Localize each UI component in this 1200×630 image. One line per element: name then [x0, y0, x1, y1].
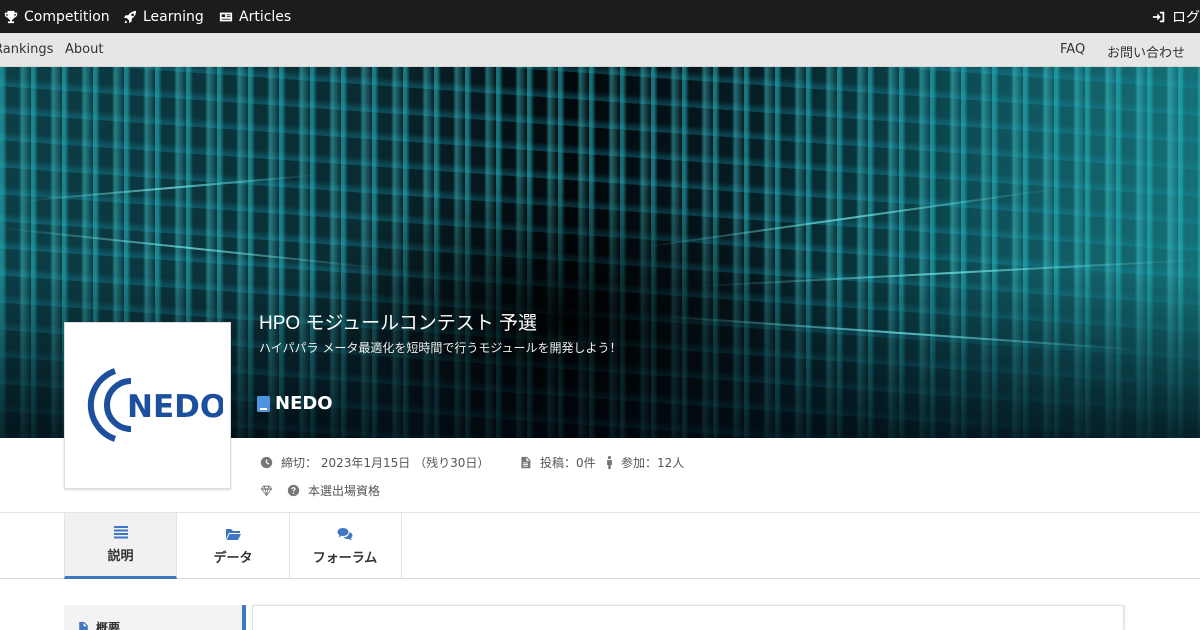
file-icon: [79, 621, 88, 630]
diamond-icon: [260, 485, 273, 497]
competition-title: HPO モジュールコンテスト 予選: [259, 313, 538, 334]
nav-learning-label: Learning: [143, 8, 204, 25]
nav-articles-label: Articles: [239, 8, 292, 25]
description-sidebar: 概要: [64, 605, 246, 630]
light-streak: [20, 173, 320, 203]
list-icon: [113, 526, 128, 539]
competition-subtitle: ハイパパラ メータ最適化を短時間で行うモジュールを開発しよう！: [259, 341, 622, 355]
person-icon: [607, 456, 612, 469]
qualification-text: 本選出場資格: [308, 484, 381, 498]
sign-in-icon: [1152, 11, 1165, 22]
clock-icon: [260, 456, 273, 469]
deadline: 締切： 2023年1月15日 （残り30日）: [260, 454, 489, 471]
question-circle-icon[interactable]: [287, 484, 300, 497]
nav-login[interactable]: ログ: [1152, 0, 1200, 33]
organizer[interactable]: NEDO: [257, 393, 333, 414]
newspaper-icon: [219, 12, 233, 21]
nav-learning[interactable]: Learning: [123, 0, 204, 33]
tab-data[interactable]: データ: [177, 513, 290, 579]
tab-forum[interactable]: フォーラム: [289, 513, 402, 579]
building-icon: [257, 395, 270, 412]
nav-articles[interactable]: Articles: [219, 0, 291, 33]
subnav-faq[interactable]: FAQ: [1060, 42, 1085, 57]
light-streak: [0, 227, 380, 269]
competition-tabs: 説明 データ フォーラム: [0, 512, 1200, 579]
nav-competition-label: Competition: [24, 8, 110, 25]
sidebar-item-label: 概要: [96, 621, 121, 630]
light-streak: [660, 315, 1140, 351]
tab-description-label: 説明: [107, 549, 134, 564]
subnav-contact[interactable]: お問い合わせ: [1107, 42, 1185, 61]
light-streak: [641, 187, 1059, 249]
description-panel: [252, 605, 1124, 630]
tab-data-label: データ: [213, 550, 253, 566]
rocket-icon: [123, 10, 137, 23]
nav-login-label: ログ: [1172, 9, 1200, 26]
comments-icon: [337, 527, 353, 540]
folder-icon: [226, 528, 241, 540]
participants-text: 参加：12人: [621, 456, 685, 470]
deadline-text: 締切： 2023年1月15日 （残り30日）: [281, 456, 490, 470]
organizer-name: NEDO: [275, 393, 333, 414]
subnav-rankings[interactable]: Rankings: [0, 42, 53, 57]
sub-navbar: Rankings About FAQ お問い合わせ: [0, 33, 1200, 67]
subnav-about[interactable]: About: [65, 42, 103, 57]
nedo-logo: NEDO: [87, 368, 223, 442]
sidebar-item-overview[interactable]: 概要: [78, 619, 120, 630]
nedo-logo-text: NEDO: [127, 389, 223, 425]
file-icon: [521, 456, 531, 469]
organizer-logo-card: NEDO: [64, 322, 231, 489]
submissions-text: 投稿：0件: [540, 456, 596, 470]
tab-description[interactable]: 説明: [64, 513, 177, 579]
tab-forum-label: フォーラム: [312, 550, 378, 566]
light-streak: [700, 258, 1200, 288]
top-navbar: Competition Learning Articles ログ: [0, 0, 1200, 33]
submissions-count: 投稿：0件: [519, 454, 596, 471]
trophy-icon: [4, 10, 18, 23]
nav-competition[interactable]: Competition: [4, 0, 110, 33]
participants-count: 参加：12人: [606, 454, 684, 471]
qualification: 本選出場資格: [260, 482, 380, 499]
